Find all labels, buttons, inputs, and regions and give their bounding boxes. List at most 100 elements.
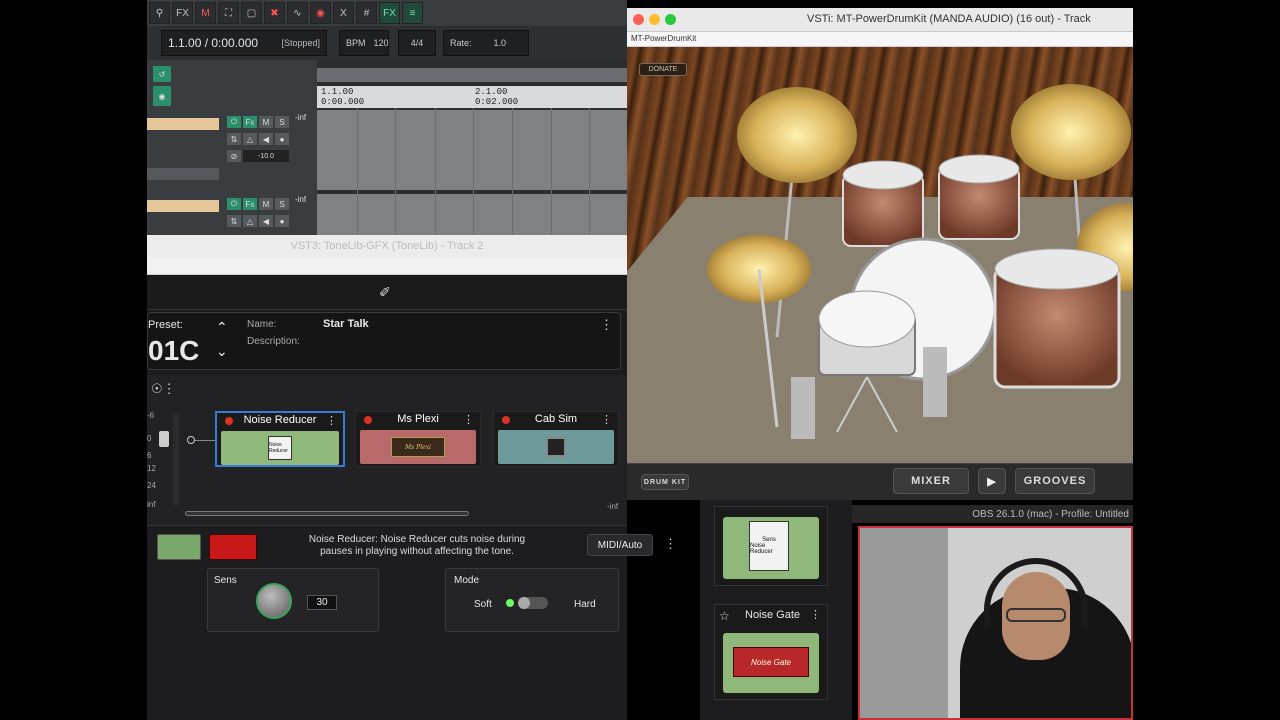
bpm-label: BPM bbox=[346, 38, 366, 48]
mode-hard-label: Hard bbox=[574, 599, 596, 610]
sens-knob[interactable] bbox=[256, 583, 292, 619]
mode-switch[interactable] bbox=[518, 597, 548, 609]
sens-value[interactable]: 30 bbox=[307, 595, 337, 610]
close-window-icon[interactable] bbox=[633, 14, 644, 25]
noise-gate-slot[interactable]: ☆ Noise Gate ⋮ Noise Gate bbox=[714, 604, 828, 700]
chain-scrollbar[interactable] bbox=[185, 511, 469, 516]
preset-up-icon[interactable]: ⌃ bbox=[216, 319, 228, 336]
track-2-route-icon[interactable]: ⇅ bbox=[227, 215, 241, 227]
rate-label: Rate: bbox=[450, 38, 472, 48]
noise-reducer-thumb-icon[interactable] bbox=[157, 534, 201, 560]
rate-value: 1.0 bbox=[493, 38, 507, 48]
track-1-name[interactable] bbox=[147, 118, 219, 130]
minimize-window-icon[interactable] bbox=[649, 14, 660, 25]
wave-icon[interactable]: ∿ bbox=[287, 2, 308, 24]
track-1-io-icon[interactable]: ⊘ bbox=[227, 150, 241, 162]
track-2-solo-button[interactable]: S bbox=[275, 198, 289, 210]
bypass-toggle[interactable] bbox=[209, 534, 257, 560]
power-led-icon[interactable] bbox=[364, 416, 372, 424]
delete-icon[interactable]: ✖ bbox=[264, 2, 285, 24]
track-2-phase-icon[interactable]: ◀ bbox=[259, 215, 273, 227]
power-led-icon[interactable] bbox=[502, 416, 510, 424]
loop-icon[interactable]: ↺ bbox=[153, 66, 171, 82]
crop-icon[interactable]: ⛶ bbox=[218, 2, 239, 24]
track-1-volume[interactable]: -10.0 bbox=[243, 150, 289, 162]
drum-kit-view[interactable]: DONATE bbox=[627, 47, 1133, 463]
preset-menu-icon[interactable]: ⋮ bbox=[600, 317, 613, 333]
drum-kit-tab[interactable]: DRUM KIT bbox=[641, 474, 689, 490]
mode-label: Mode bbox=[454, 575, 480, 586]
track-2-power-icon[interactable]: ⏻ bbox=[227, 198, 241, 210]
track-1-phase-icon[interactable]: ◀ bbox=[259, 133, 273, 145]
noise-reducer-pedal-icon: Sens Noise Reducer bbox=[723, 517, 819, 579]
fx-block-ms-plexi[interactable]: Ms Plexi ⋮ Ms Plexi bbox=[355, 411, 481, 467]
visibility-icon[interactable]: ◉ bbox=[153, 86, 171, 106]
tuner-icon[interactable]: ✐ bbox=[379, 284, 391, 301]
preset-down-icon[interactable]: ⌄ bbox=[216, 343, 228, 360]
fx-icon[interactable]: FX bbox=[172, 2, 193, 24]
track-1-fx-button[interactable]: Fx bbox=[243, 116, 257, 128]
obs-preview-webcam[interactable] bbox=[858, 526, 1133, 720]
mixer-tab[interactable]: MIXER bbox=[893, 468, 969, 494]
track-control-panel: ↺ ◉ ⏻ Fx M S -inf ⇅ △ ◀ ● ⊘ -10.0 ⏻ Fx M… bbox=[147, 60, 317, 235]
timeline-ruler[interactable]: 1.1.00 0:00.000 2.1.00 0:02.000 bbox=[317, 86, 627, 108]
preset-label: Preset: bbox=[148, 319, 183, 331]
kick-pedal bbox=[923, 347, 947, 417]
track-lane-2[interactable] bbox=[317, 194, 627, 235]
favorite-star-icon[interactable]: ☆ bbox=[719, 609, 730, 623]
track-1-mute-button[interactable]: M bbox=[259, 116, 273, 128]
arrange-view[interactable]: 1.1.00 0:00.000 2.1.00 0:02.000 bbox=[317, 60, 627, 235]
fx-menu-icon[interactable]: ⋮ bbox=[463, 413, 474, 426]
midi-icon[interactable]: M bbox=[195, 2, 216, 24]
grooves-tab[interactable]: GROOVES bbox=[1015, 468, 1095, 494]
meter-tick-1: -6 bbox=[147, 411, 155, 420]
midi-auto-button[interactable]: MIDI/Auto bbox=[587, 534, 653, 556]
fx-block-noise-reducer[interactable]: Noise Reducer ⋮ Noise Reducer bbox=[215, 411, 345, 467]
input-meter bbox=[173, 413, 179, 505]
meter-tick-4: 12 bbox=[147, 464, 156, 473]
fx-menu-icon[interactable]: ⋮ bbox=[326, 414, 337, 427]
chain-settings-icon[interactable]: ☉⋮ bbox=[151, 381, 176, 397]
track-1-fader[interactable] bbox=[147, 168, 219, 180]
tonelib-window-title[interactable]: VST3: ToneLib-GFX (ToneLib) - Track 2 bbox=[147, 235, 627, 257]
track-1-env-icon[interactable]: △ bbox=[243, 133, 257, 145]
fx-block-cab-sim[interactable]: Cab Sim ⋮ bbox=[493, 411, 619, 467]
rate-field[interactable]: Rate: 1.0 bbox=[443, 30, 529, 56]
select-icon[interactable]: ▢ bbox=[241, 2, 262, 24]
record-icon[interactable]: ◉ bbox=[310, 2, 331, 24]
fx-menu-icon[interactable]: ⋮ bbox=[601, 413, 612, 426]
track-1-route-icon[interactable]: ⇅ bbox=[227, 133, 241, 145]
bpm-field[interactable]: BPM 120 bbox=[339, 30, 389, 56]
power-led-icon[interactable] bbox=[225, 417, 233, 425]
input-level-slider[interactable] bbox=[159, 431, 169, 447]
slot-menu-icon[interactable]: ⋮ bbox=[810, 608, 821, 621]
x-icon[interactable]: X bbox=[333, 2, 354, 24]
detail-menu-icon[interactable]: ⋮ bbox=[664, 536, 677, 552]
preset-name[interactable]: Star Talk bbox=[323, 318, 369, 330]
play-icon[interactable]: ▶ bbox=[978, 468, 1006, 494]
obs-window-title[interactable]: OBS 26.1.0 (mac) - Profile: Untitled bbox=[852, 505, 1133, 523]
fx-green-icon[interactable]: FX bbox=[379, 2, 400, 24]
h-scrollbar[interactable] bbox=[317, 68, 627, 82]
track-2-mute-button[interactable]: M bbox=[259, 198, 273, 210]
drumkit-titlebar[interactable]: VSTi: MT-PowerDrumKit (MANDA AUDIO) (16 … bbox=[627, 8, 1133, 32]
track-1-solo-button[interactable]: S bbox=[275, 116, 289, 128]
grid-icon[interactable]: # bbox=[356, 2, 377, 24]
sens-label: Sens bbox=[214, 575, 237, 586]
track-2-fx-button[interactable]: Fx bbox=[243, 198, 257, 210]
fx-block-title: Noise Reducer bbox=[243, 414, 317, 426]
zoom-window-icon[interactable] bbox=[665, 14, 676, 25]
zoom-icon[interactable]: ⚲ bbox=[149, 2, 170, 24]
time-display[interactable]: 1.1.00 / 0:00.000 [Stopped] bbox=[161, 30, 327, 56]
track-lane-1[interactable] bbox=[317, 110, 627, 190]
track-2-env-icon[interactable]: △ bbox=[243, 215, 257, 227]
mode-card: Mode Soft Hard bbox=[445, 568, 619, 632]
time-signature[interactable]: 4/4 bbox=[398, 30, 436, 56]
track-2-name[interactable] bbox=[147, 200, 219, 212]
track-2-arm-icon[interactable]: ● bbox=[275, 215, 289, 227]
track-1-power-icon[interactable]: ⏻ bbox=[227, 116, 241, 128]
pedal-badge: Noise Reducer bbox=[750, 543, 773, 555]
track-1-arm-icon[interactable]: ● bbox=[275, 133, 289, 145]
mixer-icon[interactable]: ≡ bbox=[402, 2, 423, 24]
noise-reducer-slot[interactable]: Sens Noise Reducer bbox=[714, 506, 828, 586]
